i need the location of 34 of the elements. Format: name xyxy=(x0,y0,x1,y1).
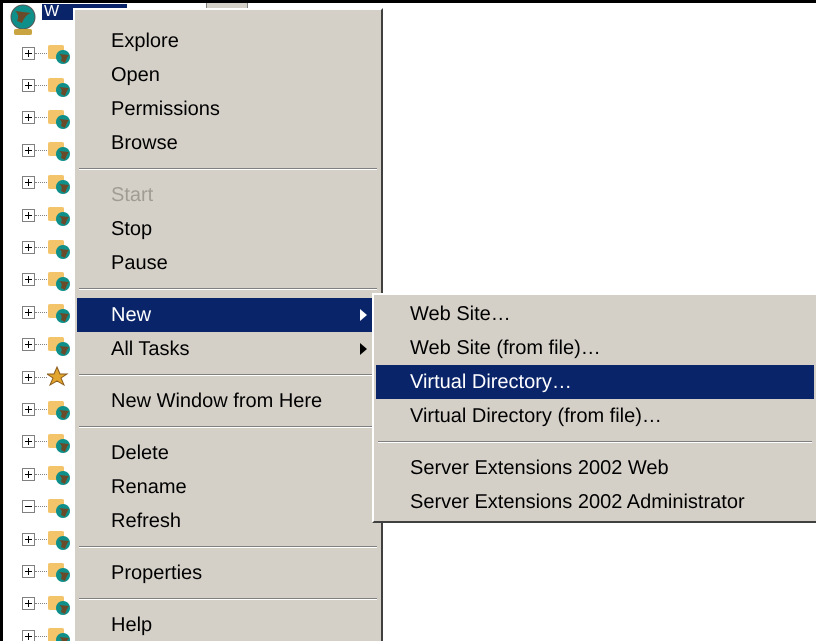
expand-toggle[interactable] xyxy=(22,144,35,157)
menu-item[interactable]: All Tasks xyxy=(77,332,379,366)
menu-item[interactable]: Virtual Directory… xyxy=(376,365,814,399)
expand-toggle[interactable] xyxy=(22,208,35,222)
expand-toggle[interactable] xyxy=(22,630,35,641)
expand-toggle[interactable] xyxy=(22,532,35,546)
menu-item[interactable]: Server Extensions 2002 Administrator xyxy=(376,485,814,519)
menu-item[interactable]: Web Site (from file)… xyxy=(376,331,814,365)
menu-item[interactable]: Stop xyxy=(77,212,379,246)
menu-item[interactable]: Virtual Directory (from file)… xyxy=(376,399,814,433)
menu-item[interactable]: Properties xyxy=(77,556,379,590)
expand-toggle[interactable] xyxy=(22,468,35,481)
expand-toggle[interactable] xyxy=(22,273,35,286)
expand-toggle[interactable] xyxy=(22,306,35,319)
menu-item[interactable]: Web Site… xyxy=(376,297,814,331)
expand-toggle[interactable] xyxy=(22,111,35,124)
expand-toggle[interactable] xyxy=(22,79,35,92)
menu-item[interactable]: Pause xyxy=(77,246,379,280)
expand-toggle[interactable] xyxy=(22,597,35,610)
collapse-toggle[interactable] xyxy=(22,500,35,514)
menu-item[interactable]: Help xyxy=(77,608,379,641)
menu-item[interactable]: Explore xyxy=(77,24,379,58)
menu-item[interactable]: Server Extensions 2002 Web xyxy=(376,451,814,485)
menu-item[interactable]: Browse xyxy=(77,126,379,160)
expand-toggle[interactable] xyxy=(22,241,35,254)
expand-toggle[interactable] xyxy=(22,564,35,578)
expand-toggle[interactable] xyxy=(22,402,35,416)
menu-item[interactable]: Permissions xyxy=(77,92,379,126)
expand-toggle[interactable] xyxy=(22,338,35,352)
expand-toggle[interactable] xyxy=(22,370,35,384)
expand-toggle[interactable] xyxy=(22,435,35,448)
expand-toggle[interactable] xyxy=(22,176,35,190)
menu-item[interactable]: Open xyxy=(77,58,379,92)
expand-toggle[interactable] xyxy=(22,46,35,60)
